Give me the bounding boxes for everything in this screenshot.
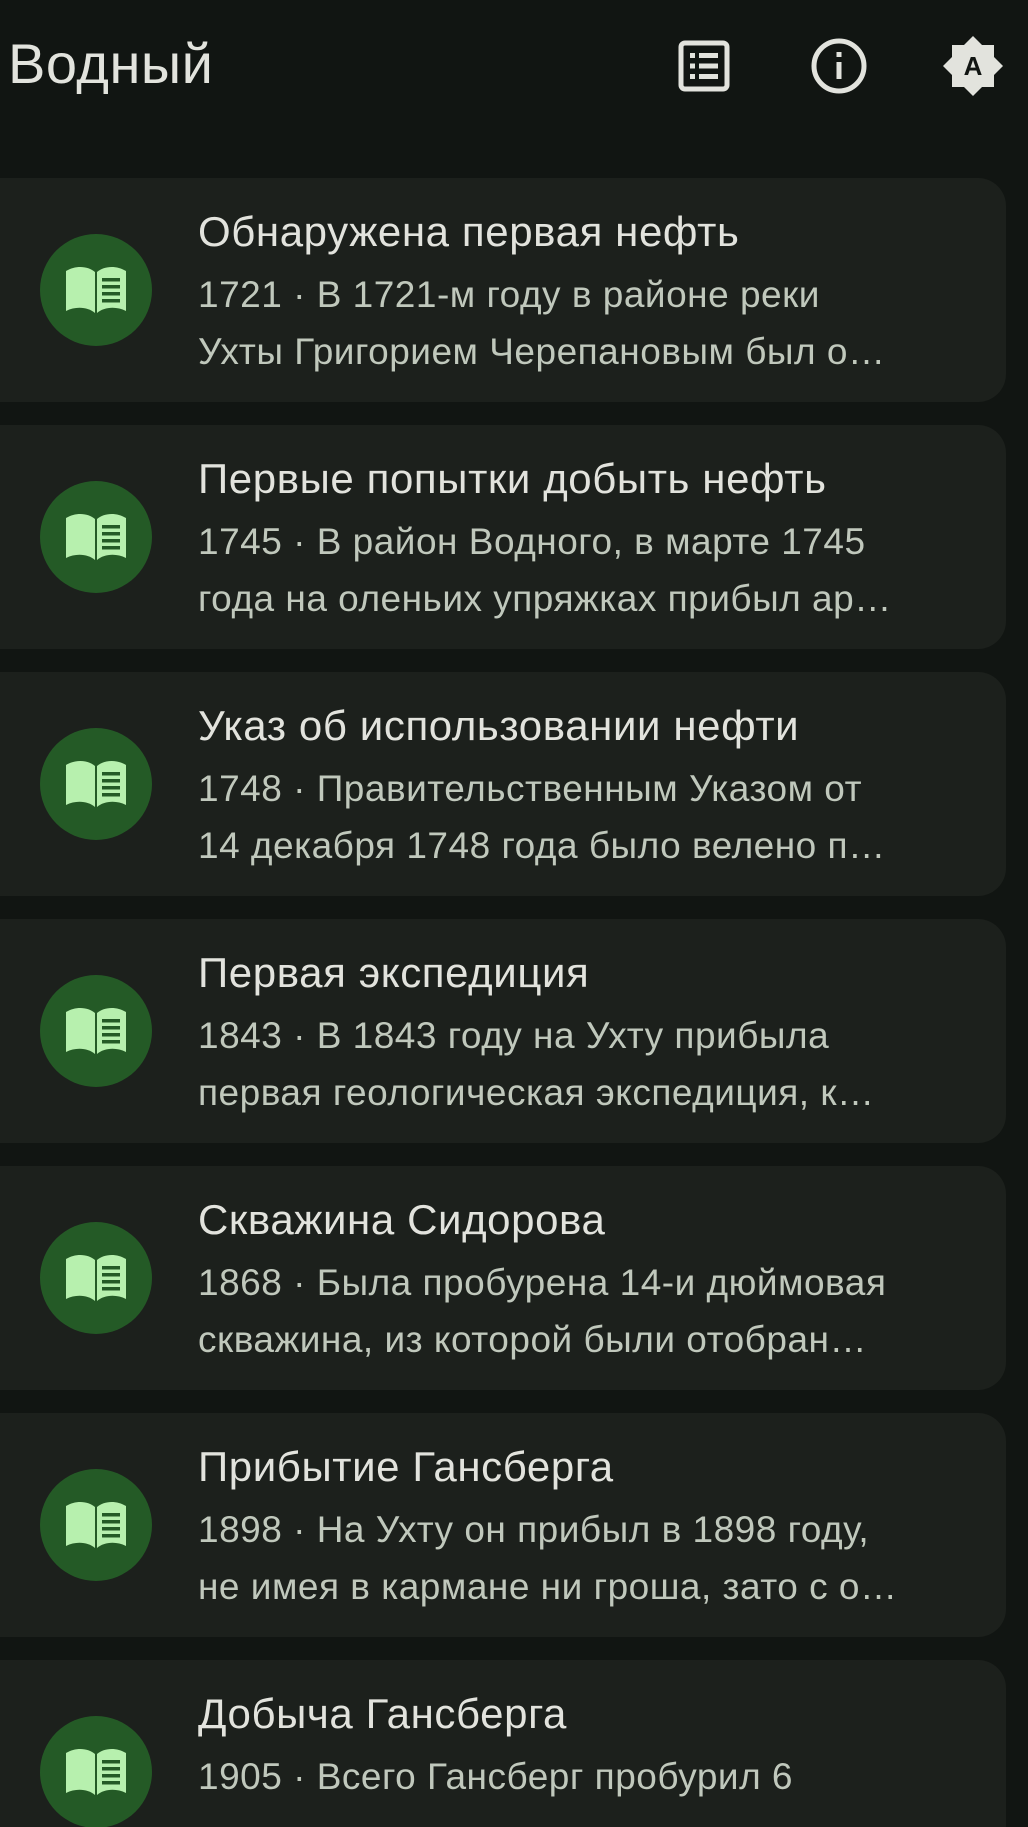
item-description-line: 1721 · В 1721-м году в районе реки [198,274,820,315]
item-description-line: 1745 · В район Водного, в марте 1745 [198,521,866,562]
item-title: Скважина Сидорова [198,1196,606,1243]
list-button[interactable] [662,24,746,108]
top-app-bar: Водный A [0,0,1028,132]
item-description: 1745 · В район Водного, в марте 1745 год… [198,513,948,627]
avatar [40,1469,152,1581]
book-icon [66,1254,126,1301]
item-title: Первые попытки добыть нефть [198,455,827,502]
list-item[interactable]: Скважина Сидорова 1868 · Была пробурена … [0,1166,1006,1390]
avatar [40,728,152,840]
item-title: Обнаружена первая нефть [198,208,740,255]
theme-toggle-button[interactable]: A [931,24,1015,108]
item-description-line: скважина, из которой были отобран… [198,1319,867,1360]
item-description-line: 1868 · Была пробурена 14-и дюймовая [198,1262,887,1303]
item-description-line: Ухты Григорием Черепановым был о… [198,331,886,372]
item-description-line: первая геологическая экспедиция, к… [198,1072,875,1113]
item-description: 1868 · Была пробурена 14-и дюймовая сква… [198,1254,948,1368]
item-description-line: 1905 · Всего Гансберг пробурил 6 [198,1756,794,1797]
item-title: Первая экспедиция [198,949,590,996]
book-icon [66,1007,126,1054]
item-description: 1843 · В 1843 году на Ухту прибыла перва… [198,1007,948,1121]
book-icon [66,760,126,807]
item-title: Прибытие Гансберга [198,1443,614,1490]
avatar [40,481,152,593]
item-description: 1748 · Правительственным Указом от 14 де… [198,760,948,874]
item-description: 1721 · В 1721-м году в районе реки Ухты … [198,266,948,380]
avatar [40,1222,152,1334]
list-item[interactable]: Первая экспедиция 1843 · В 1843 году на … [0,919,1006,1143]
item-description-line: 1843 · В 1843 году на Ухту прибыла [198,1015,830,1056]
book-icon [66,1501,126,1548]
list-item[interactable]: Прибытие Гансберга 1898 · На Ухту он при… [0,1413,1006,1637]
item-description-line: 1748 · Правительственным Указом от [198,768,863,809]
item-description: 1898 · На Ухту он прибыл в 1898 году, не… [198,1501,948,1615]
list-item[interactable]: Первые попытки добыть нефть 1745 · В рай… [0,425,1006,649]
book-icon [66,266,126,313]
item-description-line: 14 декабря 1748 года было велено п… [198,825,886,866]
item-description-line: не имея в кармане ни гроша, зато с о… [198,1566,898,1607]
brightness-auto-glyph: A [964,51,983,81]
list-icon [678,40,730,92]
avatar [40,234,152,346]
item-title: Добыча Гансберга [198,1690,568,1737]
list-item[interactable]: Обнаружена первая нефть 1721 · В 1721-м … [0,178,1006,402]
item-description: 1905 · Всего Гансберг пробурил 6 [198,1748,948,1805]
info-icon [811,38,867,94]
item-title: Указ об использовании нефти [198,702,800,749]
info-button[interactable] [797,24,881,108]
avatar [40,975,152,1087]
item-description-line: 1898 · На Ухту он прибыл в 1898 году, [198,1509,870,1550]
avatar [40,1716,152,1827]
brightness-auto-icon: A [943,36,1003,96]
book-icon [66,1748,126,1795]
list-item[interactable]: Добыча Гансберга 1905 · Всего Гансберг п… [0,1660,1006,1827]
list-item[interactable]: Указ об использовании нефти 1748 · Прави… [0,672,1006,896]
page-title: Водный [8,32,214,95]
item-description-line: года на оленьих упряжках прибыл ар… [198,578,892,619]
book-icon [66,513,126,560]
app-screen: Водный A Обнаружена первая нефть 1721 · … [0,0,1028,1827]
